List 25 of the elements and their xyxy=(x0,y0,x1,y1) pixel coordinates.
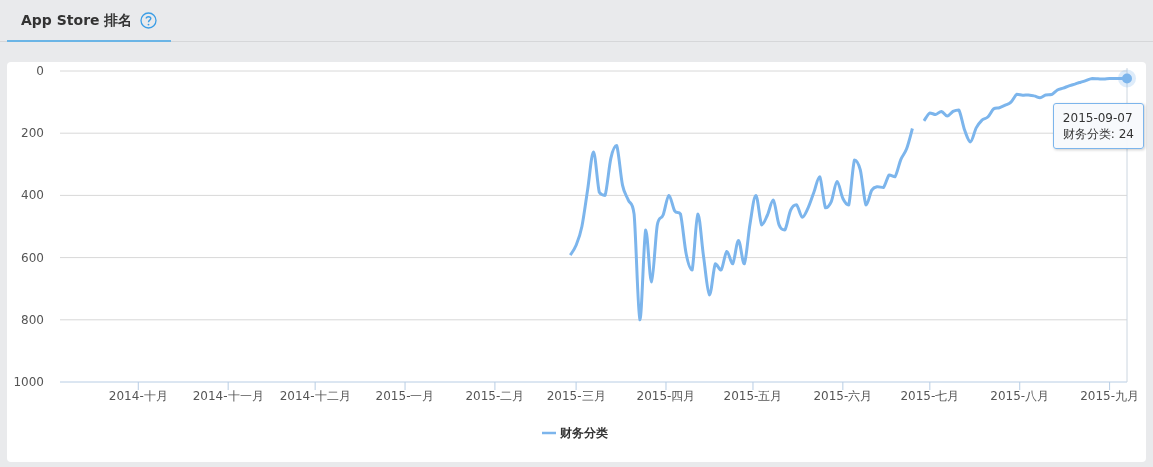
legend-label: 财务分类 xyxy=(559,426,608,440)
axis-tick-label: 2015-二月 xyxy=(465,389,525,403)
axis-tick-label: 2015-五月 xyxy=(723,389,783,403)
tooltip-value: 财务分类: 24 xyxy=(1062,126,1134,142)
axis-tick-label: 600 xyxy=(21,250,44,265)
axis-tick-label: 1000 xyxy=(13,375,44,389)
help-icon[interactable] xyxy=(140,11,158,29)
axis-tick-label: 2015-九月 xyxy=(1080,389,1140,403)
axis-tick-label: 2015-四月 xyxy=(636,389,696,403)
axis-tick-label: 2015-七月 xyxy=(900,389,960,403)
axis-tick-label: 2014-十一月 xyxy=(192,389,264,403)
axis-tick-label: 2014-十二月 xyxy=(279,389,351,403)
tab[interactable]: App Store 排名 xyxy=(7,0,172,42)
tooltip-date: 2015-09-07 xyxy=(1062,110,1134,126)
axis-tick-label: 2015-八月 xyxy=(990,389,1050,403)
axis-tick-label: 2015-六月 xyxy=(813,389,873,403)
axis-tick-label: 800 xyxy=(21,312,44,327)
axis-tick-label: 2015-一月 xyxy=(375,389,435,403)
axis-tick-label: 400 xyxy=(21,188,44,203)
axis-tick-label: 2014-十月 xyxy=(108,389,168,403)
hover-marker xyxy=(1118,69,1136,88)
axis-tick-label: 0 xyxy=(36,64,44,78)
axis-tick-label: 2015-三月 xyxy=(546,389,606,403)
legend-item[interactable]: 财务分类 xyxy=(542,426,608,440)
axis-tick-label: 200 xyxy=(21,126,44,141)
